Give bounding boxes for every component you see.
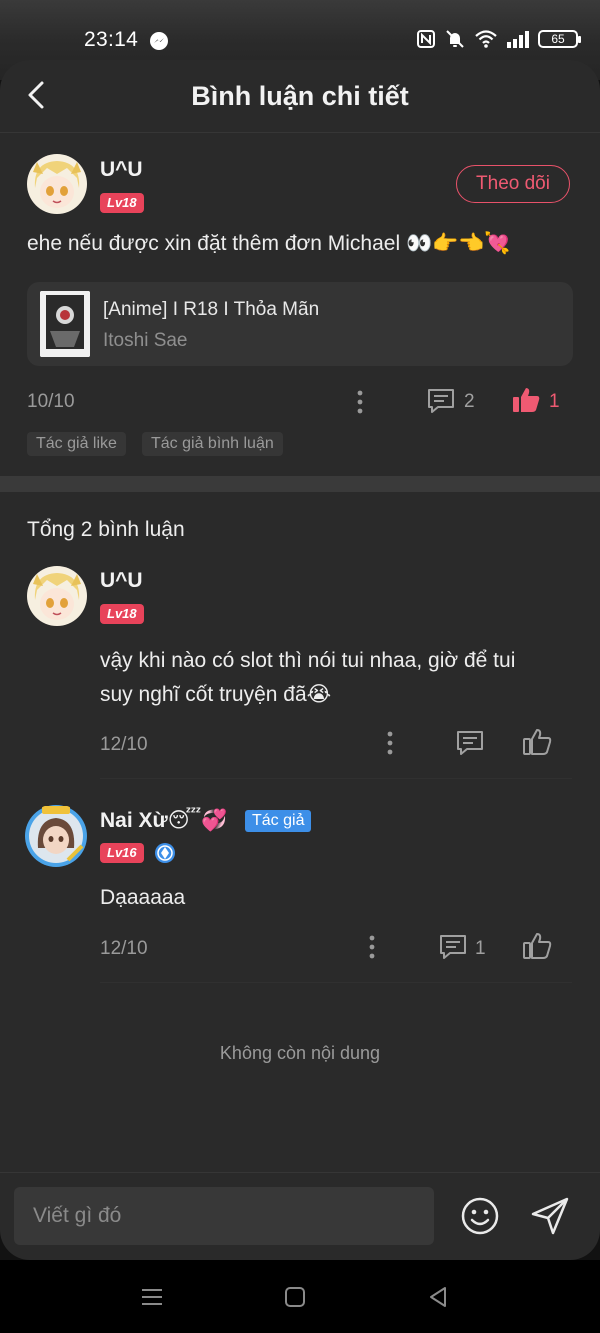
level-badge: Lv18 <box>100 604 144 624</box>
username[interactable]: U^U <box>100 158 143 182</box>
avatar-image <box>27 566 87 626</box>
mute-icon <box>446 30 464 48</box>
reply-text-line: vậy khi nào có slot thì nói tui nhaa, gi… <box>100 649 516 672</box>
book-card[interactable]: [Anime] I R18 I Thỏa Mãn Itoshi Sae <box>27 282 573 366</box>
like-icon[interactable] <box>511 386 541 414</box>
comment-text: ehe nếu được xin đặt thêm đơn Michael 👀👉… <box>27 232 511 255</box>
more-options-icon[interactable] <box>357 390 363 414</box>
divider <box>100 982 572 983</box>
follow-button[interactable]: Theo dõi <box>456 165 570 203</box>
avatar-image <box>25 805 87 867</box>
author-badge: Tác giả <box>245 810 312 832</box>
avatar-image <box>27 154 87 214</box>
reply-text: vậy khi nào có slot thì nói tui nhaa, gi… <box>100 644 515 712</box>
battery-icon: 65 <box>538 30 581 48</box>
comment-input-bar <box>0 1172 600 1260</box>
username[interactable]: Nai Xừ😴💞 <box>100 808 228 833</box>
reply-date: 12/10 <box>100 938 148 959</box>
header: Bình luận chi tiết <box>0 60 600 133</box>
comment-input[interactable] <box>14 1187 434 1245</box>
tag-author-liked: Tác giả like <box>27 432 126 456</box>
username[interactable]: U^U <box>100 569 143 593</box>
reply-icon[interactable] <box>426 387 456 415</box>
book-author: Itoshi Sae <box>103 330 188 351</box>
book-title: [Anime] I R18 I Thỏa Mãn <box>103 299 320 320</box>
send-icon[interactable] <box>529 1195 571 1237</box>
reply-text: Dạaaaaa <box>100 886 186 909</box>
emoji-icon[interactable] <box>460 1196 500 1236</box>
reply-icon[interactable] <box>438 933 468 961</box>
reply-icon[interactable] <box>455 729 485 757</box>
system-navigation-bar <box>0 1260 600 1333</box>
avatar[interactable] <box>27 154 87 214</box>
status-icons: 65 <box>416 28 581 50</box>
back-nav-icon[interactable] <box>425 1284 451 1310</box>
wifi-icon <box>475 30 497 48</box>
tag-author-commented: Tác giả bình luận <box>142 432 283 456</box>
end-of-list-label: Không còn nội dung <box>219 1043 381 1063</box>
menu-icon[interactable] <box>139 1284 165 1310</box>
level-badge: Lv18 <box>100 193 144 213</box>
reply-count: 1 <box>475 938 486 959</box>
page-title: Bình luận chi tiết <box>191 81 409 111</box>
avatar[interactable] <box>27 566 87 626</box>
home-icon[interactable] <box>282 1284 308 1310</box>
comment-detail-screen: Bình luận chi tiết U^U Lv18 Theo dõi ehe… <box>0 60 600 1260</box>
messenger-icon <box>150 32 168 50</box>
reply-text-line: suy nghĩ cốt truyện đã😭 <box>100 683 332 706</box>
like-icon[interactable] <box>522 932 552 960</box>
section-divider <box>0 476 600 492</box>
divider <box>100 778 572 779</box>
nfc-icon <box>417 30 435 48</box>
reply-date: 12/10 <box>100 734 148 755</box>
total-comments: Tổng 2 bình luận <box>27 518 185 541</box>
avatar[interactable] <box>24 804 88 868</box>
level-badge: Lv16 <box>100 843 144 863</box>
like-icon[interactable] <box>522 728 552 756</box>
status-time: 23:14 <box>84 28 139 51</box>
more-options-icon[interactable] <box>369 935 375 959</box>
signal-icon <box>507 31 529 48</box>
like-count: 1 <box>549 391 560 412</box>
more-options-icon[interactable] <box>387 731 393 755</box>
comment-date: 10/10 <box>27 391 75 412</box>
verified-writer-icon <box>155 843 175 863</box>
reply-count: 2 <box>464 391 475 412</box>
book-cover <box>40 291 90 357</box>
